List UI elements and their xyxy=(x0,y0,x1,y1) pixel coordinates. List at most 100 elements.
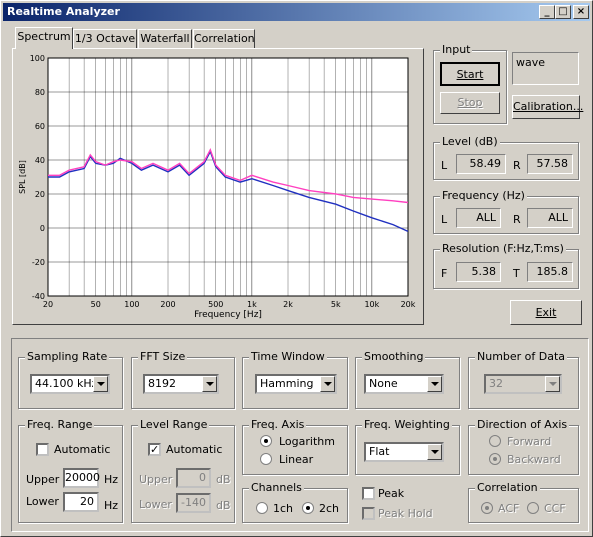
level-range-upper-input[interactable]: 0 xyxy=(176,468,211,488)
freq-range-automatic-checkbox[interactable] xyxy=(36,443,49,456)
x-tick-label: 200 xyxy=(160,300,175,309)
freq-range-lower-unit: Hz xyxy=(104,499,119,512)
x-tick-label: 20k xyxy=(401,300,416,309)
y-tick-label: -20 xyxy=(32,258,45,267)
level-l-value: 58.49 xyxy=(456,154,506,174)
start-button[interactable]: Start xyxy=(440,62,500,86)
sampling-rate-label: Sampling Rate xyxy=(25,350,110,363)
freq-weighting-select[interactable]: Flat xyxy=(364,442,444,462)
freq-range-upper-input[interactable]: 20000 xyxy=(63,468,100,488)
tab-spectrum[interactable]: Spectrum xyxy=(15,27,73,49)
direction-backward-label: Backward xyxy=(507,453,561,466)
x-tick-label: 10k xyxy=(364,300,379,309)
y-tick-label: 100 xyxy=(30,54,45,63)
tab-correlation[interactable]: Correlation xyxy=(193,29,255,49)
direction-of-axis-group: Direction of Axis xyxy=(468,418,579,475)
level-range-upper-unit: dB xyxy=(216,473,231,486)
y-tick-label: 20 xyxy=(35,190,45,199)
y-tick-label: 0 xyxy=(40,224,45,233)
correlation-ccf-radio[interactable] xyxy=(527,502,539,514)
chevron-down-icon xyxy=(320,376,335,392)
spectrum-chart: 100806040200-20-40 20 50 100 200 500 1k 2k 5k 10… xyxy=(18,54,416,320)
time-window-value: Hamming xyxy=(260,377,314,390)
level-r-label: R xyxy=(513,159,521,172)
direction-forward-radio[interactable] xyxy=(489,435,501,447)
freq-range-upper-unit: Hz xyxy=(104,473,119,486)
y-tick-label: 60 xyxy=(35,122,45,131)
level-range-automatic-label: Automatic xyxy=(166,443,223,456)
y-tick-label: 80 xyxy=(35,88,45,97)
tab-waterfall[interactable]: Waterfall xyxy=(138,29,192,49)
window-title: Realtime Analyzer xyxy=(7,5,120,18)
freq-range-lower-input[interactable]: 20 xyxy=(63,492,99,512)
plot-area xyxy=(47,57,409,297)
chevron-down-icon xyxy=(202,376,217,392)
direction-backward-radio[interactable] xyxy=(489,453,501,465)
chevron-down-icon xyxy=(93,376,108,392)
channels-1ch-radio[interactable] xyxy=(256,502,268,514)
correlation-label: Correlation xyxy=(475,481,540,494)
maximize-button[interactable]: □ xyxy=(555,5,571,19)
sampling-rate-value: 44.100 kHz xyxy=(35,377,98,390)
level-range-lower-label: Lower xyxy=(139,498,172,511)
direction-of-axis-label: Direction of Axis xyxy=(475,418,570,431)
freq-axis-log-radio[interactable] xyxy=(260,435,272,447)
number-of-data-label: Number of Data xyxy=(475,350,568,363)
fft-size-select[interactable]: 8192 xyxy=(143,374,219,394)
frequency-l-value: ALL xyxy=(456,208,501,228)
channels-1ch-label: 1ch xyxy=(273,502,294,515)
freq-weighting-label: Freq. Weighting xyxy=(362,418,452,431)
frequency-group-label: Frequency (Hz) xyxy=(440,189,527,202)
number-of-data-select[interactable]: 32 xyxy=(484,374,562,394)
peak-hold-checkbox[interactable] xyxy=(362,507,375,520)
freq-axis-group: Freq. Axis xyxy=(242,418,348,475)
time-window-select[interactable]: Hamming xyxy=(255,374,337,394)
calibration-button[interactable]: Calibration... xyxy=(512,95,583,119)
x-tick-label: 100 xyxy=(124,300,139,309)
correlation-acf-radio[interactable] xyxy=(481,502,493,514)
freq-range-label: Freq. Range xyxy=(25,418,95,431)
channels-2ch-label: 2ch xyxy=(319,502,340,515)
sampling-rate-select[interactable]: 44.100 kHz xyxy=(30,374,110,394)
freq-range-upper-label: Upper xyxy=(26,473,60,486)
fft-size-label: FFT Size xyxy=(138,350,188,363)
smoothing-value: None xyxy=(369,377,398,390)
freq-range-lower-label: Lower xyxy=(26,495,59,508)
smoothing-select[interactable]: None xyxy=(364,374,444,394)
minimize-button[interactable]: _ xyxy=(539,5,555,19)
level-range-automatic-checkbox[interactable]: ✓ xyxy=(148,443,161,456)
level-range-lower-unit: dB xyxy=(216,499,231,512)
peak-label: Peak xyxy=(378,487,405,500)
frequency-r-value: ALL xyxy=(527,208,573,228)
x-tick-label: 50 xyxy=(91,300,101,309)
time-window-label: Time Window xyxy=(249,350,327,363)
input-group-label: Input xyxy=(440,43,473,56)
chevron-down-icon xyxy=(427,444,442,460)
resolution-t-value: 185.8 xyxy=(527,262,573,282)
freq-weighting-value: Flat xyxy=(369,445,390,458)
number-of-data-value: 32 xyxy=(489,377,503,390)
freq-range-automatic-label: Automatic xyxy=(54,443,111,456)
level-range-label: Level Range xyxy=(138,418,210,431)
stop-button[interactable]: Stop xyxy=(440,92,500,114)
x-tick-label: 1k xyxy=(247,300,257,309)
title-bar: Realtime Analyzer xyxy=(3,3,590,21)
tab-third-octave[interactable]: 1/3 Octave xyxy=(73,29,137,49)
x-tick-label: 2k xyxy=(283,300,293,309)
exit-button[interactable]: Exit xyxy=(510,300,582,325)
channels-2ch-radio[interactable] xyxy=(302,502,314,514)
resolution-f-label: F xyxy=(441,267,448,280)
input-source-display: wave xyxy=(512,52,579,85)
level-range-lower-input[interactable]: -140 xyxy=(176,493,211,513)
x-tick-label: 20 xyxy=(43,300,53,309)
freq-axis-linear-radio[interactable] xyxy=(260,453,272,465)
peak-checkbox[interactable] xyxy=(362,487,375,500)
freq-axis-label: Freq. Axis xyxy=(249,418,307,431)
resolution-group-label: Resolution (F:Hz,T:ms) xyxy=(440,242,566,255)
chevron-down-icon xyxy=(427,376,442,392)
frequency-r-label: R xyxy=(513,213,521,226)
correlation-acf-label: ACF xyxy=(498,502,520,515)
close-button[interactable]: × xyxy=(573,5,589,19)
x-axis-label: Frequency [Hz] xyxy=(194,310,262,320)
level-l-label: L xyxy=(441,159,448,172)
